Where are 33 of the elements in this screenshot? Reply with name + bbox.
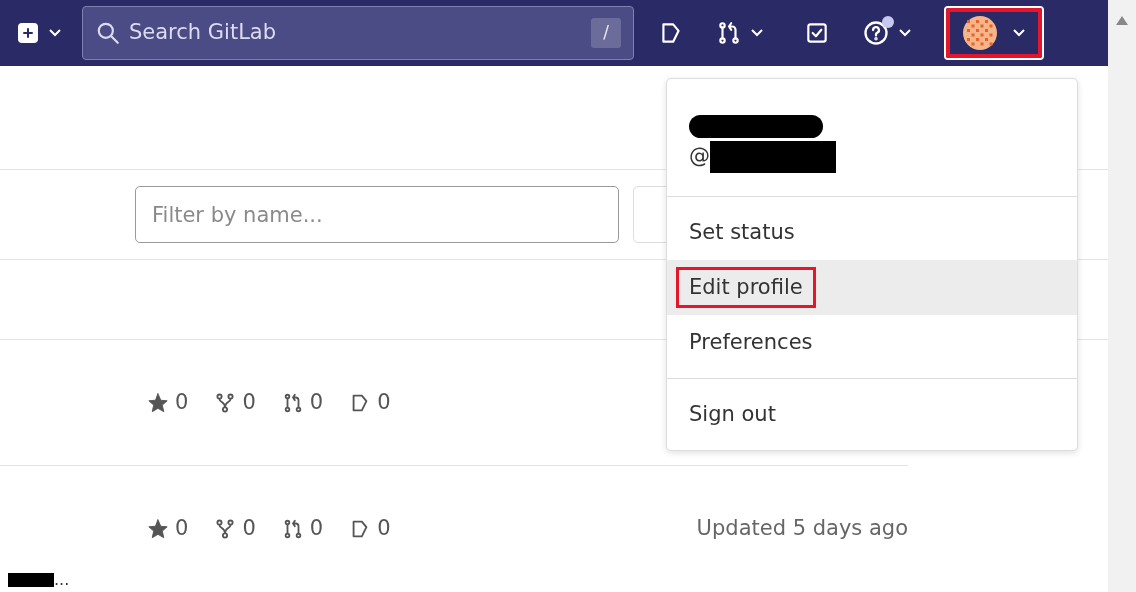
search-field[interactable]: Search GitLab / [82,5,634,60]
merge-request-count: 0 [281,386,324,419]
star-icon [147,391,169,414]
project-name: ... [54,569,70,591]
menu-item[interactable]: Set status [667,205,1077,260]
redaction-bar [8,573,54,587]
menu-item[interactable]: Edit profile [667,260,1077,315]
avatar-icon [962,14,998,51]
merge-request-count: 0 [281,513,324,545]
fork-count: 0 [214,513,256,545]
shortcut-key: / [591,17,621,48]
issue-count: 0 [349,386,391,419]
merge-request-icon [716,19,742,46]
star-icon [147,518,169,541]
star-count: 0 [147,513,189,545]
menu-item[interactable]: Preferences [667,315,1077,370]
menu-item[interactable]: Sign out [667,387,1077,442]
filter-field[interactable]: Filter by name... [135,186,619,244]
fork-count: 0 [214,386,256,419]
caret-icon [898,27,912,38]
help-icon [862,18,890,47]
issue-count: 0 [349,513,391,545]
star-count: 0 [147,386,189,419]
updated-time: Updated 5 days ago [696,515,908,543]
caret-icon [1012,27,1026,38]
caret-icon [48,27,62,38]
plus-icon [16,20,40,45]
caret-icon [750,27,764,38]
scroll-up-icon[interactable] [1116,16,1128,25]
scrollbar[interactable] [1108,0,1136,592]
username-handle: @ [689,143,710,171]
user-menu-button[interactable] [944,5,1044,60]
search-placeholder: Search GitLab [129,19,278,47]
